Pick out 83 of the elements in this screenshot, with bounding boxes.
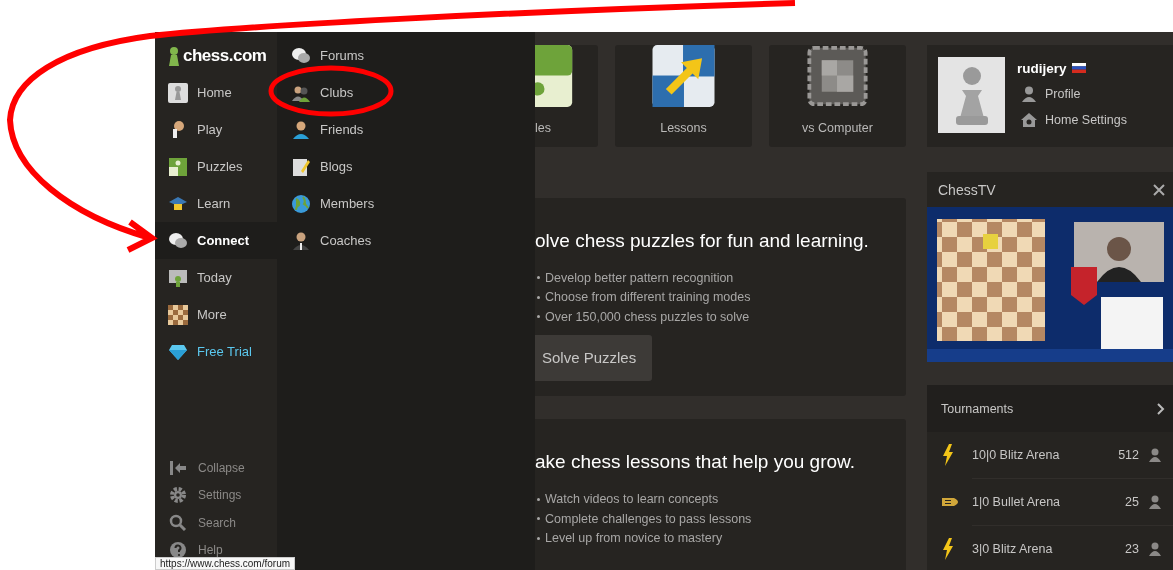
globe-icon: [291, 193, 311, 214]
sidebar-footer-item[interactable]: Search: [155, 509, 277, 537]
close-icon: [1153, 183, 1165, 196]
person-icon: [1149, 448, 1161, 462]
lightning-icon: [942, 444, 954, 466]
puzzle-icon: [535, 45, 575, 107]
bullet-dot: [537, 315, 540, 319]
bullet-text: Complete challenges to pass lessons: [545, 511, 752, 526]
person-icon: [291, 119, 311, 140]
bullet-text: Over 150,000 chess puzzles to solve: [545, 309, 750, 324]
panel-header[interactable]: Tournaments: [927, 385, 1173, 432]
monitor-icon: [168, 267, 188, 288]
menu-item[interactable]: Forums: [277, 37, 535, 74]
computer-chip-icon: [805, 45, 870, 107]
house-icon: [1021, 112, 1037, 128]
sidebar-item[interactable]: Home: [155, 74, 277, 111]
bullet-text: Choose from different training modes: [545, 290, 751, 305]
speech-bubbles-icon: [168, 230, 188, 251]
player-count: 512: [1118, 448, 1139, 462]
logo-text[interactable]: chess.com: [183, 45, 267, 66]
bullet-dot: [537, 276, 540, 280]
lightning-icon: [942, 538, 954, 560]
settings-icon: [169, 486, 187, 505]
card-label: Lessons: [660, 121, 707, 135]
solve-puzzles-button[interactable]: Solve Puzzles: [535, 334, 653, 381]
promo-heading: ake chess lessons that help you grow.: [535, 451, 857, 474]
tournament-row[interactable]: 10|0 Blitz Arena 512: [972, 432, 1173, 479]
sidebar-item[interactable]: Connect: [155, 222, 277, 259]
bullet-text: Develop better pattern recognition: [545, 270, 734, 285]
chevron-right-icon: [1157, 402, 1165, 415]
person-icon: [1149, 495, 1161, 509]
menu-item[interactable]: Friends: [277, 111, 535, 148]
tournament-row[interactable]: 3|0 Blitz Arena 23: [972, 526, 1173, 570]
search-icon: [169, 513, 187, 532]
sidebar-item[interactable]: Free Trial: [155, 333, 277, 370]
player-count: 25: [1125, 495, 1139, 509]
bullet-dot: [537, 497, 540, 501]
shortcut-card[interactable]: vs Computer: [769, 45, 906, 147]
username[interactable]: rudijery: [1017, 60, 1067, 76]
menu-item[interactable]: Members: [277, 185, 535, 222]
panel-title: Tournaments: [941, 401, 1014, 416]
tournament-row[interactable]: 1|0 Bullet Arena 25: [972, 479, 1173, 526]
profile-link[interactable]: Home Settings: [1017, 110, 1127, 130]
pawn-icon: [168, 82, 188, 103]
bullet-text: Level up from novice to mastery: [545, 531, 723, 546]
lessons-icon: [651, 45, 716, 107]
bullet-dot: [537, 536, 540, 540]
person-icon: [291, 230, 311, 251]
flag-icon: [1071, 63, 1086, 73]
sidebar-item[interactable]: Play: [155, 111, 277, 148]
profile-link[interactable]: Profile: [1017, 84, 1127, 104]
promo-heading: olve chess puzzles for fun and learning.: [535, 230, 870, 252]
card-label: vs Computer: [802, 121, 873, 135]
card-label: les: [535, 121, 551, 135]
url-tooltip: https://www.chess.com/forum: [155, 557, 296, 570]
sidebar-item[interactable]: Learn: [155, 185, 277, 222]
sidebar-footer-item[interactable]: Settings: [155, 481, 277, 509]
menu-item[interactable]: Blogs: [277, 148, 535, 185]
collapse-icon: [169, 458, 187, 477]
help-icon: [169, 541, 187, 560]
sidebar-item[interactable]: More: [155, 296, 277, 333]
bullet-text: Watch videos to learn concepts: [545, 492, 719, 507]
shortcut-card[interactable]: Lessons: [615, 45, 752, 147]
player-count: 23: [1125, 542, 1139, 556]
puzzle-icon: [168, 156, 188, 177]
notepad-icon: [291, 156, 311, 177]
pawn-logo-icon: [167, 45, 181, 66]
menu-item[interactable]: Coaches: [277, 222, 535, 259]
bullet-dot: [537, 295, 540, 299]
speech-bubbles-icon: [291, 45, 311, 66]
tournament-name: 3|0 Blitz Arena: [972, 542, 1054, 556]
sidebar-item[interactable]: Today: [155, 259, 277, 296]
sidebar-item[interactable]: Puzzles: [155, 148, 277, 185]
person-icon: [1149, 542, 1161, 556]
bullet-dot: [537, 517, 540, 521]
tournament-name: 1|0 Bullet Arena: [972, 495, 1062, 509]
panel-title: ChessTV: [938, 181, 996, 198]
shortcut-card[interactable]: les: [535, 45, 598, 147]
checkerboard-icon: [168, 304, 188, 325]
tournament-name: 10|0 Blitz Arena: [972, 448, 1061, 462]
menu-item[interactable]: Clubs: [277, 74, 535, 111]
person-icon: [1021, 86, 1037, 102]
sidebar-footer-item[interactable]: Collapse: [155, 454, 277, 482]
